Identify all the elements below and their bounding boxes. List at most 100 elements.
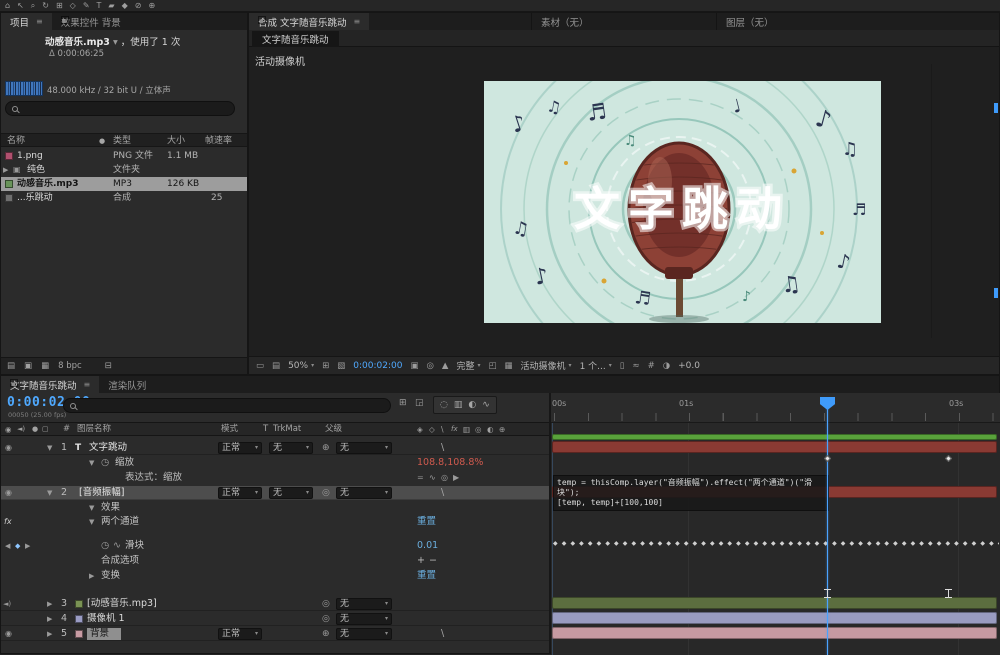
parent-pickwhip-icon[interactable]: ◎ — [322, 486, 330, 500]
effect-row-two-channels[interactable]: fx ▼ 两个通道 重置 — [1, 515, 549, 529]
table-row[interactable]: ...乐跳动 合成 25 — [1, 191, 247, 205]
fast-previews-icon[interactable]: ≈ — [632, 361, 639, 371]
work-area-bar[interactable] — [552, 434, 997, 440]
active-camera-select[interactable]: 活动摄像机 ▾ — [521, 359, 572, 372]
color-depth-button[interactable]: 8 bpc — [58, 361, 82, 371]
group-row-comp-options[interactable]: 合成选项 + − — [1, 554, 549, 568]
layer-name[interactable]: [动感音乐.mp3] — [87, 597, 157, 611]
panel-divider[interactable] — [931, 64, 932, 338]
speaker-icon[interactable]: ◄) — [3, 597, 11, 611]
mode-select[interactable]: 正常 ▾ — [218, 487, 262, 499]
stopwatch-icon[interactable]: ◷ — [101, 539, 109, 553]
delete-icon[interactable]: ⊟ — [105, 361, 112, 371]
timeline-graph[interactable]: 00s 01s 03s temp = thisComp.layer("音频振幅"… — [551, 393, 1000, 655]
twirl-icon[interactable]: ▼ — [89, 501, 94, 515]
tab-layer[interactable]: 图层（无） — [716, 13, 783, 30]
property-row-expression[interactable]: 表达式：缩放 = ∿ ◎ ▶ — [1, 471, 549, 485]
tab-render-queue[interactable]: 渲染队列 — [99, 376, 155, 393]
timeline-search-input[interactable] — [81, 400, 384, 411]
group-name[interactable]: 变换 — [101, 569, 120, 583]
trkmat-select[interactable]: 无 ▾ — [269, 442, 313, 454]
layer-row-audio-amplitude[interactable]: ◉ ▼ 2 [音频振幅] 正常 ▾ 无 ▾ ◎ 无 ▾ \ — [1, 486, 549, 500]
reset-exposure-icon[interactable]: ◑ — [663, 361, 670, 371]
parent-select[interactable]: 无 ▾ — [336, 487, 392, 499]
column-name[interactable]: 名称 — [7, 134, 25, 148]
layer-name[interactable]: 文字跳动 — [89, 441, 127, 455]
group-row-effects[interactable]: ▼ 效果 — [1, 501, 549, 515]
home-tool-icon[interactable]: ⌂ — [5, 0, 10, 12]
parent-pickwhip-icon[interactable]: ⊕ — [322, 441, 330, 455]
panel-menu-icon[interactable]: ≡ — [84, 380, 91, 389]
layer-row-camera[interactable]: ▶ 4 摄像机 1 ◎ 无 ▾ — [1, 612, 549, 626]
panel-menu-icon[interactable]: ≡ — [354, 17, 361, 26]
current-time-indicator-line[interactable] — [827, 407, 828, 655]
frame-blending-icon[interactable]: ▥ — [454, 400, 463, 410]
exposure-value[interactable]: +0.0 — [678, 361, 700, 371]
twirl-icon[interactable]: ▼ — [89, 515, 94, 529]
time-ruler[interactable]: 00s 01s 03s — [551, 393, 1000, 423]
scale-keyframe[interactable] — [823, 454, 832, 463]
label-color-chip[interactable] — [75, 600, 83, 608]
tab-footage[interactable]: 素材（无） — [531, 13, 598, 30]
current-keyframe-icon[interactable]: ◆ — [15, 539, 20, 553]
transparency-grid-icon[interactable]: ▦ — [505, 361, 513, 371]
grid-options-icon[interactable]: ⊞ — [322, 361, 329, 371]
label-color-chip[interactable] — [75, 630, 83, 638]
layer-duration-bar-text[interactable] — [552, 441, 997, 453]
new-folder-icon[interactable]: ▣ — [24, 361, 32, 371]
magnification-select[interactable]: 50% ▾ — [288, 361, 314, 371]
group-name[interactable]: 合成选项 — [101, 554, 139, 568]
pan-behind-tool-icon[interactable]: ◇ — [70, 0, 76, 12]
table-row-selected[interactable]: 动感音乐.mp3 MP3 126 KB — [1, 177, 247, 191]
draft-3d-icon[interactable]: ◲ — [415, 398, 424, 408]
label-color-chip[interactable] — [5, 180, 13, 188]
add-reference-button[interactable]: + — [417, 554, 425, 568]
tab-timeline-comp[interactable]: ▪ 文字随音乐跳动 ≡ — [1, 376, 100, 393]
tab-composition[interactable]: ▪ 合成 文字随音乐跳动 ≡ — [249, 13, 370, 30]
type-tool-icon[interactable]: T — [97, 0, 102, 12]
project-search[interactable] — [5, 101, 235, 116]
label-color-chip[interactable] — [5, 152, 13, 160]
parent-select[interactable]: 无 ▾ — [336, 628, 392, 640]
stopwatch-icon[interactable]: ◷ — [101, 456, 109, 470]
column-parent[interactable]: 父级 — [325, 423, 342, 436]
label-color-chip[interactable] — [5, 194, 13, 202]
composition-canvas[interactable]: 活动摄像机 ♪ ♫ ♬ ♩ ♪ ♫ ♫ ♪ ♬ ♫ ♪ ♬ ♫ ♪ 文字跳动 文… — [249, 47, 999, 356]
parent-pickwhip-icon[interactable]: ⊕ — [322, 627, 330, 641]
remove-reference-button[interactable]: − — [429, 554, 437, 568]
twirl-icon[interactable]: ▶ — [47, 612, 52, 626]
expression-enable-icon[interactable]: = — [417, 471, 424, 485]
twirl-icon[interactable]: ▶ — [89, 569, 94, 583]
twirl-icon[interactable]: ▶ — [47, 597, 52, 611]
twirl-icon[interactable]: ▼ — [47, 441, 52, 455]
slider-keyframes[interactable]: ◆ ◆ ◆ ◆ ◆ ◆ ◆ ◆ ◆ ◆ ◆ ◆ ◆ ◆ ◆ ◆ ◆ ◆ ◆ ◆ … — [553, 539, 999, 549]
property-row-scale[interactable]: ▼ ◷ 缩放 108.8,108.8% — [1, 456, 549, 470]
puppet-tool-icon[interactable]: ⊕ — [148, 0, 155, 12]
tab-project[interactable]: 项目 ≡ — [1, 13, 52, 30]
next-keyframe-icon[interactable]: ▶ — [25, 539, 30, 553]
twirl-icon[interactable]: ▶ — [3, 163, 8, 177]
motion-blur-icon[interactable]: ◐ — [468, 400, 476, 410]
graph-editor-icon[interactable]: ∿ — [482, 400, 490, 410]
project-search-input[interactable] — [23, 103, 228, 114]
reset-link[interactable]: 重置 — [417, 515, 436, 529]
mini-timeline-icon[interactable]: ▤ — [272, 361, 280, 371]
layer-name[interactable]: [音频振幅] — [79, 486, 124, 500]
twirl-icon[interactable]: ▶ — [47, 627, 52, 641]
region-of-interest-icon[interactable]: ◰ — [488, 361, 496, 371]
label-color-chip[interactable] — [75, 615, 83, 623]
parent-pickwhip-icon[interactable]: ◎ — [322, 612, 330, 626]
brush-tool-icon[interactable]: ▰ — [108, 0, 114, 12]
column-fps[interactable]: 帧速率 — [205, 134, 232, 148]
scale-value[interactable]: 108.8,108.8% — [417, 456, 483, 470]
scale-keyframe[interactable] — [944, 454, 953, 463]
layer-duration-bar-background[interactable] — [552, 627, 997, 639]
tab-effect-controls[interactable]: ▪ 效果控件 背景 — [52, 13, 130, 30]
display-icon[interactable]: ▭ — [256, 361, 264, 371]
out-point-marker[interactable] — [945, 589, 952, 598]
interpret-footage-icon[interactable]: ▤ — [7, 361, 15, 371]
column-mode[interactable]: 模式 — [221, 423, 238, 436]
parent-pickwhip-icon[interactable]: ◎ — [322, 597, 330, 611]
column-layer-name[interactable]: 图层名称 — [77, 423, 111, 436]
eye-icon[interactable]: ◉ — [5, 441, 12, 455]
